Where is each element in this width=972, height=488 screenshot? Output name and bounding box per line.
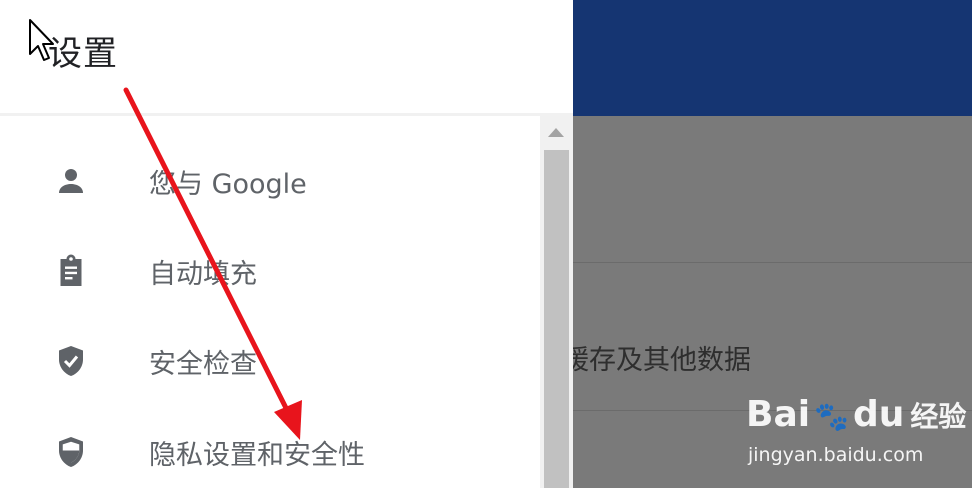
menu-item-autofill[interactable]: 自动填充 xyxy=(0,236,540,306)
mouse-cursor-icon xyxy=(29,19,54,61)
app-header-bar xyxy=(573,0,972,116)
menu-item-safety-check[interactable]: 安全检查 xyxy=(0,326,540,396)
scrollbar-thumb[interactable] xyxy=(544,150,569,488)
watermark-logo: Bai 🐾 du 经验 xyxy=(746,394,967,435)
drawer-header: 设置 xyxy=(0,0,573,116)
shield-half-icon xyxy=(51,432,91,472)
scroll-up-arrow-icon[interactable] xyxy=(548,128,564,137)
shield-check-icon xyxy=(51,341,91,381)
cache-data-row-label: 缓存及其他数据 xyxy=(562,345,751,376)
watermark-url: jingyan.baidu.com xyxy=(748,444,924,466)
paw-icon: 🐾 xyxy=(814,400,849,433)
menu-item-label: 安全检查 xyxy=(149,348,257,380)
menu-item-label: 自动填充 xyxy=(149,258,257,290)
content-divider xyxy=(573,262,972,263)
menu-item-label: 您与 Google xyxy=(149,168,307,200)
settings-drawer: 设置 您与 Google 自动填充 安全检查 隐私设置和安全性 xyxy=(0,0,573,488)
baidu-watermark: Bai 🐾 du 经验 jingyan.baidu.com xyxy=(742,384,972,488)
person-icon xyxy=(51,161,91,201)
page-title: 设置 xyxy=(48,34,118,74)
menu-item-label: 隐私设置和安全性 xyxy=(149,439,365,471)
menu-item-privacy-security[interactable]: 隐私设置和安全性 xyxy=(0,417,540,487)
clipboard-icon xyxy=(51,251,91,291)
menu-item-you-and-google[interactable]: 您与 Google xyxy=(0,146,540,216)
